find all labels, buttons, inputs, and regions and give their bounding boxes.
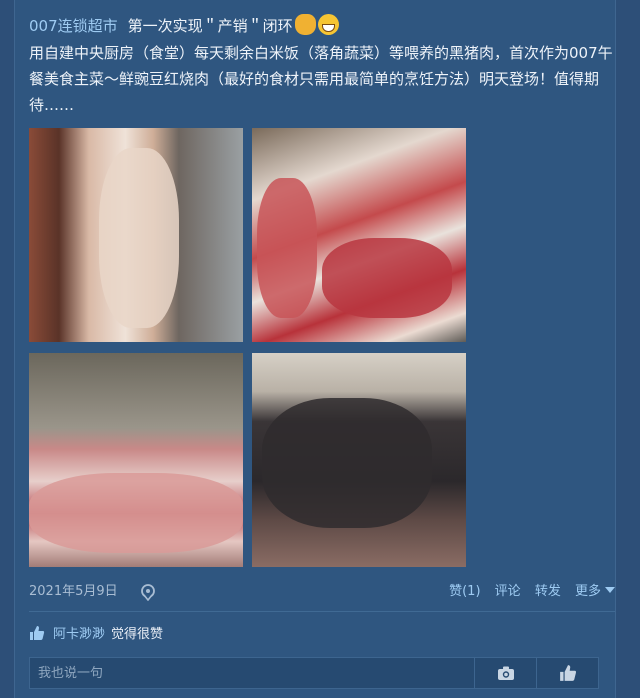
photo-pork-slab[interactable]: [29, 353, 243, 567]
footer-divider: [29, 611, 615, 612]
photo-pork-cuts[interactable]: [252, 128, 466, 342]
photo-black-pig[interactable]: [252, 353, 466, 567]
comment-bar: [29, 657, 599, 689]
post-body: 用自建中央厨房（食堂）每天剩余白米饭（落角蔬菜）等喂养的黑猪肉，首次作为007午…: [29, 44, 613, 114]
more-label: 更多: [574, 584, 601, 599]
location-pin-icon[interactable]: [139, 583, 157, 601]
chevron-down-icon: [605, 587, 615, 593]
comment-button[interactable]: 评论: [495, 584, 521, 599]
post-footer: 2021年5月9日 赞(1) 评论 转发 更多: [29, 582, 615, 602]
liker-link[interactable]: 阿卡渺渺: [53, 627, 105, 642]
like-button[interactable]: 赞(1): [449, 584, 480, 599]
thumbs-up-icon: [30, 626, 45, 640]
post-header: 007连锁超市 第一次实现＂产销＂闭环: [29, 14, 619, 38]
likes-row: 阿卡渺渺 觉得很赞: [29, 625, 163, 645]
author-link[interactable]: 007连锁超市: [29, 17, 118, 35]
more-menu[interactable]: 更多: [575, 584, 615, 599]
likes-suffix: 觉得很赞: [111, 627, 164, 642]
share-button[interactable]: 转发: [535, 584, 561, 599]
thumb-button[interactable]: [536, 658, 598, 688]
post-card: 007连锁超市 第一次实现＂产销＂闭环 用自建中央厨房（食堂）每天剩余白米饭（落角…: [14, 0, 616, 698]
photo-grid: [29, 128, 469, 568]
grin-emoji-icon: [317, 14, 339, 35]
post-actions: 赞(1) 评论 转发 更多: [439, 582, 615, 602]
camera-button[interactable]: [474, 658, 536, 688]
camera-icon: [497, 666, 514, 680]
photo-pig-carcass[interactable]: [29, 128, 243, 342]
thumbs-up-icon: [559, 665, 576, 681]
post-date: 2021年5月9日: [29, 584, 118, 599]
comment-input[interactable]: [30, 658, 474, 688]
fist-emoji-icon: [294, 14, 316, 35]
post-headline: 第一次实现＂产销＂闭环: [127, 17, 293, 35]
